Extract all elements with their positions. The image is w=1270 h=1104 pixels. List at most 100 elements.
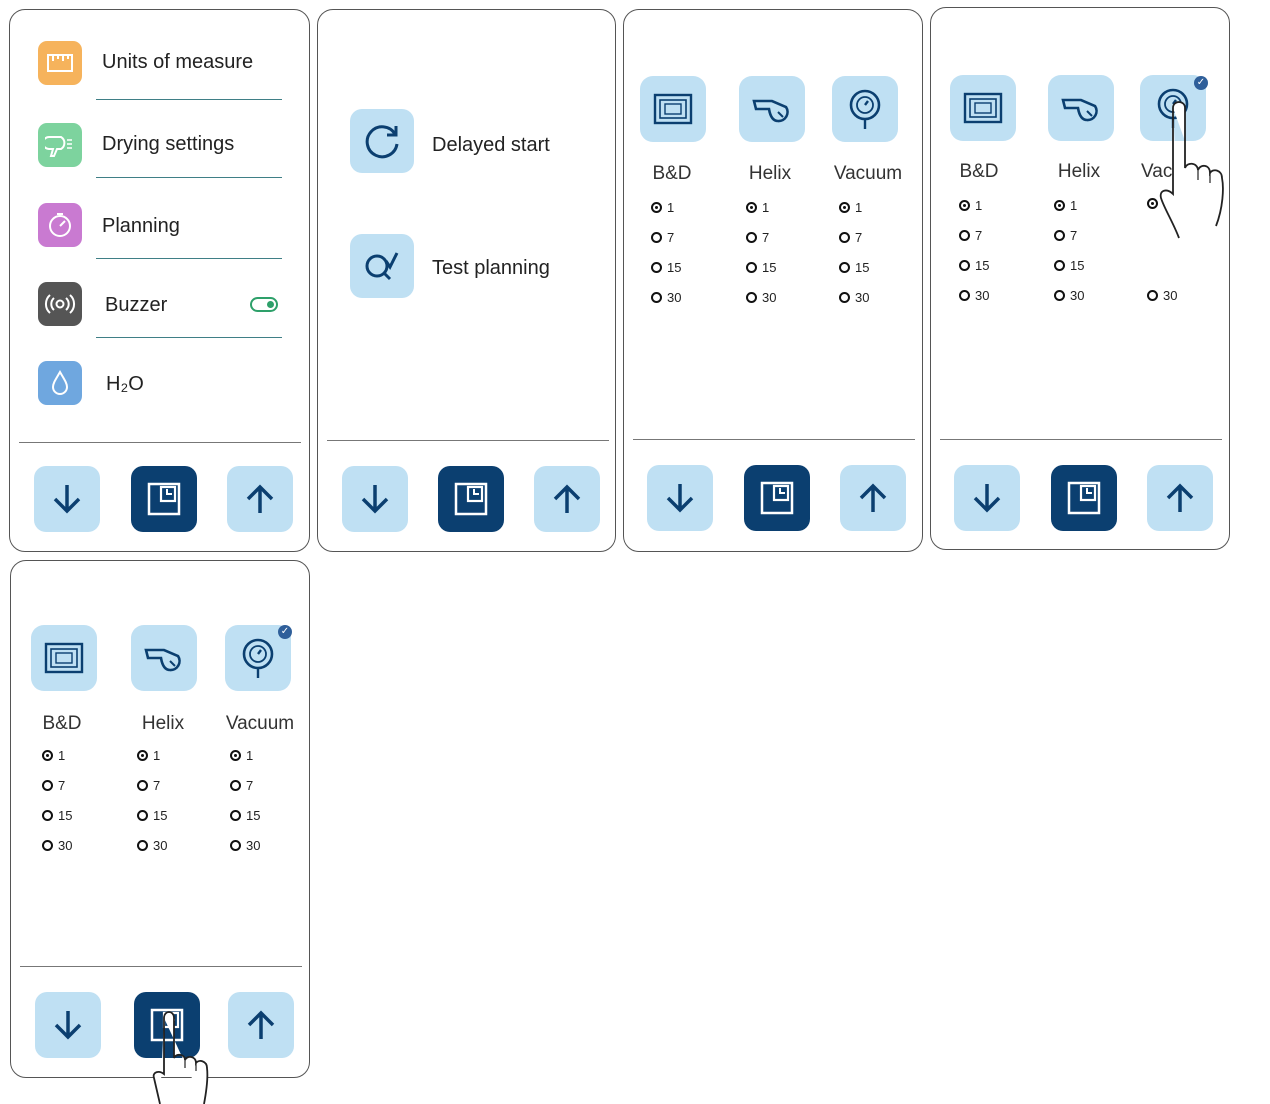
option-helix-30[interactable]: 30 [746, 290, 776, 305]
menu-item-label: Planning [102, 215, 180, 237]
confirm-button[interactable] [131, 466, 197, 532]
selected-check-icon: ✓ [1194, 76, 1208, 90]
radio [137, 780, 148, 791]
radio [1054, 260, 1065, 271]
option-vacuum-30[interactable]: 30 [1147, 288, 1177, 303]
option-bd-30[interactable]: 30 [959, 288, 989, 303]
option-bd-7[interactable]: 7 [651, 230, 674, 245]
option-vacuum-7[interactable]: 7 [230, 778, 253, 793]
cycle-name-helix: Helix [748, 163, 792, 184]
radio-selected [42, 750, 53, 761]
cycle-panel-3: ✓ B&D Helix Vacuum 1 7 15 30 1 7 15 30 1… [10, 560, 310, 1078]
option-bd-15[interactable]: 15 [42, 808, 72, 823]
radio [230, 780, 241, 791]
radio-selected [137, 750, 148, 761]
helix-icon[interactable] [1048, 75, 1114, 141]
radio [959, 230, 970, 241]
option-vacuum-7[interactable]: 7 [839, 230, 862, 245]
option-helix-15[interactable]: 15 [137, 808, 167, 823]
radio-selected [651, 202, 662, 213]
footer-divider [20, 966, 302, 967]
radio [651, 232, 662, 243]
arrow-down-button[interactable] [34, 466, 100, 532]
radio [1054, 230, 1065, 241]
option-bd-7[interactable]: 7 [42, 778, 65, 793]
option-bd-30[interactable]: 30 [42, 838, 72, 853]
cycle-name-vacuum: Vacuum [225, 713, 295, 734]
bowie-dick-icon[interactable] [31, 625, 97, 691]
arrow-up-button[interactable] [227, 466, 293, 532]
menu-separator [96, 99, 282, 100]
arrow-down-icon [361, 485, 389, 514]
option-bd-30[interactable]: 30 [651, 290, 681, 305]
menu-separator [96, 258, 282, 259]
cycle-panel-1: B&D Helix Vacuum 1 7 15 30 1 7 15 30 1 7… [623, 9, 923, 552]
helix-icon[interactable] [131, 625, 197, 691]
cycle-name-vacuum: Vacuum [833, 163, 903, 184]
buzzer-toggle[interactable] [250, 297, 278, 312]
menu-item-label: Buzzer [105, 294, 168, 316]
option-vacuum-1[interactable]: 1 [230, 748, 253, 763]
planning-item-label: Delayed start [432, 134, 550, 156]
arrow-down-button[interactable] [342, 466, 408, 532]
buzzer-icon [38, 282, 82, 326]
confirm-button[interactable] [438, 466, 504, 532]
option-bd-15[interactable]: 15 [959, 258, 989, 273]
arrow-up-button[interactable] [840, 465, 906, 531]
option-bd-7[interactable]: 7 [959, 228, 982, 243]
option-vacuum-15[interactable]: 15 [839, 260, 869, 275]
radio-selected [959, 200, 970, 211]
option-helix-30[interactable]: 30 [1054, 288, 1084, 303]
arrow-down-button[interactable] [954, 465, 1020, 531]
option-vacuum-1[interactable]: 1 [839, 200, 862, 215]
bowie-dick-icon[interactable] [950, 75, 1016, 141]
option-helix-30[interactable]: 30 [137, 838, 167, 853]
option-vacuum-30[interactable]: 30 [230, 838, 260, 853]
arrow-down-button[interactable] [647, 465, 713, 531]
option-bd-1[interactable]: 1 [959, 198, 982, 213]
option-vacuum-30[interactable]: 30 [839, 290, 869, 305]
radio [230, 840, 241, 851]
radio [42, 810, 53, 821]
ruler-icon [38, 41, 82, 85]
confirm-button[interactable] [744, 465, 810, 531]
radio [839, 292, 850, 303]
pointing-hand-icon [1159, 101, 1224, 239]
toggle-knob [267, 301, 274, 308]
radio [42, 780, 53, 791]
option-helix-1[interactable]: 1 [1054, 198, 1077, 213]
option-helix-15[interactable]: 15 [746, 260, 776, 275]
helix-icon[interactable] [739, 76, 805, 142]
option-helix-1[interactable]: 1 [746, 200, 769, 215]
footer-divider [19, 442, 301, 443]
arrow-up-icon [247, 1010, 275, 1039]
radio [746, 262, 757, 273]
option-bd-1[interactable]: 1 [42, 748, 65, 763]
delayed-start-icon [350, 109, 414, 173]
arrow-up-button[interactable] [534, 466, 600, 532]
cycle-name-bd: B&D [959, 161, 999, 182]
arrow-down-icon [666, 484, 694, 513]
cycle-name-helix: Helix [141, 713, 185, 734]
arrow-up-button[interactable] [1147, 465, 1213, 531]
option-helix-7[interactable]: 7 [137, 778, 160, 793]
confirm-button[interactable] [1051, 465, 1117, 531]
option-bd-15[interactable]: 15 [651, 260, 681, 275]
planning-item-label: Test planning [432, 257, 550, 279]
option-helix-7[interactable]: 7 [746, 230, 769, 245]
menu-separator [96, 177, 282, 178]
bowie-dick-icon[interactable] [640, 76, 706, 142]
footer-divider [327, 440, 609, 441]
footer-divider [633, 439, 915, 440]
vacuum-icon[interactable] [832, 76, 898, 142]
option-helix-7[interactable]: 7 [1054, 228, 1077, 243]
radio [137, 810, 148, 821]
selected-check-icon: ✓ [278, 625, 292, 639]
arrow-down-icon [54, 1011, 82, 1040]
radio-selected [230, 750, 241, 761]
option-helix-15[interactable]: 15 [1054, 258, 1084, 273]
arrow-down-button[interactable] [35, 992, 101, 1058]
option-vacuum-15[interactable]: 15 [230, 808, 260, 823]
option-helix-1[interactable]: 1 [137, 748, 160, 763]
option-bd-1[interactable]: 1 [651, 200, 674, 215]
